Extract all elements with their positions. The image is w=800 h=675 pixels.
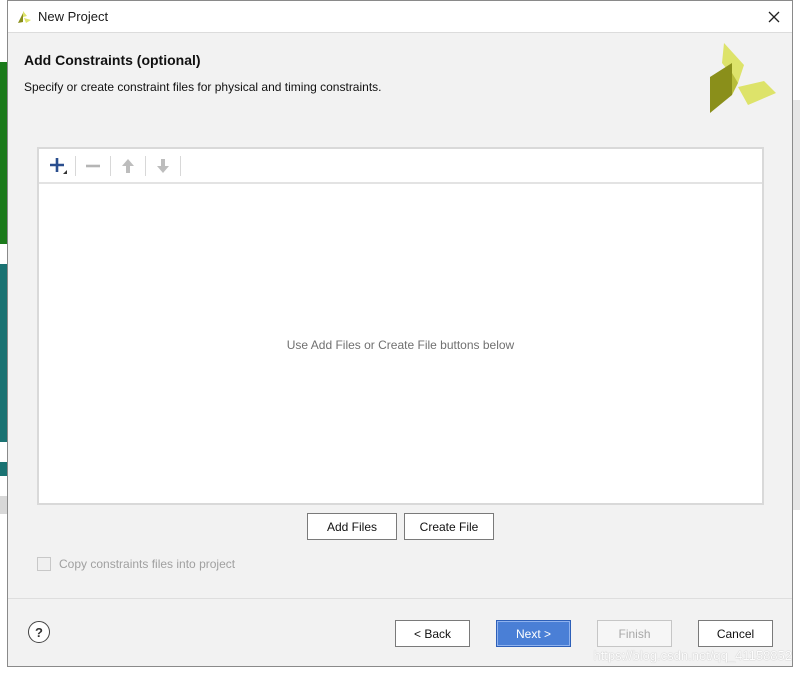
add-files-button[interactable]: Add Files — [307, 513, 397, 540]
finish-button[interactable]: Finish — [597, 620, 672, 647]
toolbar-separator — [180, 155, 181, 176]
close-icon — [768, 11, 780, 22]
vivado-logo-icon — [18, 11, 31, 23]
create-file-button[interactable]: Create File — [404, 513, 494, 540]
move-down-icon — [157, 158, 169, 173]
title-bar: New Project — [8, 1, 792, 33]
back-button[interactable]: < Back — [395, 620, 470, 647]
copy-constraints-label: Copy constraints files into project — [59, 557, 236, 571]
move-up-button[interactable] — [113, 154, 143, 178]
close-button[interactable] — [756, 1, 792, 32]
file-toolbar — [39, 149, 762, 184]
help-button[interactable]: ? — [28, 621, 50, 643]
next-button[interactable]: Next > — [496, 620, 571, 647]
add-file-button[interactable] — [43, 154, 73, 178]
toolbar-separator — [110, 155, 111, 176]
constraints-file-panel: Use Add Files or Create File buttons bel… — [37, 147, 764, 505]
watermark-text: https://blog.csdn.net/qq_41158852 — [593, 648, 792, 663]
copy-constraints-checkbox[interactable] — [37, 557, 51, 571]
background-app-strip-right — [792, 100, 800, 510]
toolbar-separator — [75, 155, 76, 176]
window-title: New Project — [38, 9, 109, 24]
remove-file-button[interactable] — [78, 154, 108, 178]
remove-icon — [86, 164, 100, 167]
toolbar-separator — [145, 155, 146, 176]
cancel-button[interactable]: Cancel — [698, 620, 773, 647]
add-icon — [50, 157, 67, 174]
empty-list-message: Use Add Files or Create File buttons bel… — [286, 338, 515, 352]
copy-constraints-option[interactable]: Copy constraints files into project — [37, 557, 235, 571]
new-project-dialog: New Project Add Constraints (optional) S… — [7, 0, 793, 667]
page-title: Add Constraints (optional) — [24, 52, 201, 68]
move-up-icon — [122, 158, 134, 173]
page-subtitle: Specify or create constraint files for p… — [24, 80, 382, 94]
wizard-header: Add Constraints (optional) Specify or cr… — [8, 33, 792, 113]
xilinx-logo-icon — [710, 43, 776, 113]
move-down-button[interactable] — [148, 154, 178, 178]
footer-divider — [8, 598, 792, 599]
